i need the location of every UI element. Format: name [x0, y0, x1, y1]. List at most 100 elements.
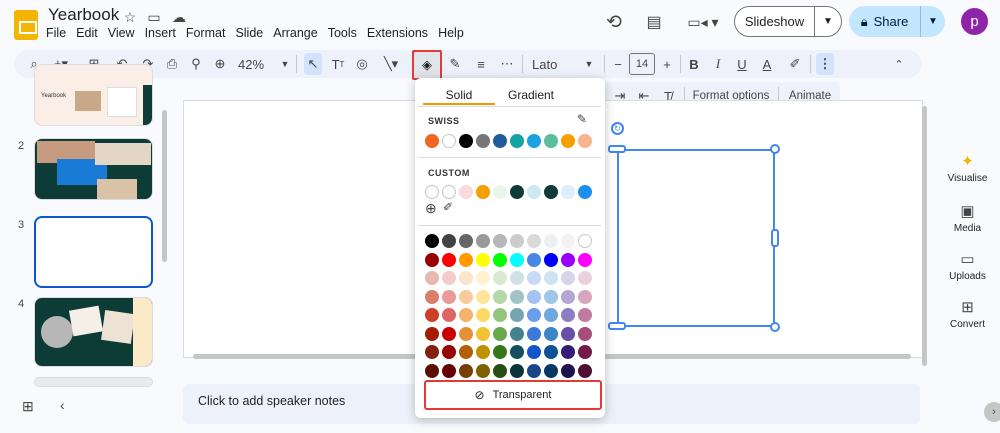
- font-family[interactable]: Lato: [532, 53, 572, 75]
- theme-color-swatch[interactable]: [493, 134, 507, 148]
- color-swatch[interactable]: [561, 363, 575, 378]
- color-swatch[interactable]: [459, 289, 473, 304]
- menu-file[interactable]: File: [46, 26, 66, 40]
- color-swatch[interactable]: [493, 308, 507, 322]
- color-swatch[interactable]: [561, 326, 575, 341]
- slideshow-button[interactable]: Slideshow ▼: [734, 6, 842, 37]
- color-swatch[interactable]: [510, 345, 524, 359]
- color-swatch[interactable]: [476, 345, 490, 359]
- move-folder-icon[interactable]: ▭: [145, 8, 163, 26]
- color-swatch[interactable]: [510, 326, 524, 341]
- meet-video-icon[interactable]: ▭◂ ▾: [684, 10, 722, 34]
- zoom-level[interactable]: 42%: [236, 53, 266, 75]
- collapse-filmstrip-icon[interactable]: ‹: [60, 397, 65, 413]
- resize-handle[interactable]: [771, 229, 779, 247]
- color-swatch[interactable]: [527, 326, 541, 341]
- resize-handle[interactable]: [608, 145, 626, 153]
- color-swatch[interactable]: [527, 271, 541, 285]
- color-swatch[interactable]: [578, 363, 592, 378]
- color-swatch[interactable]: [442, 234, 456, 248]
- color-swatch[interactable]: [459, 234, 473, 248]
- color-swatch[interactable]: [459, 326, 473, 341]
- add-custom-color-icon[interactable]: ⊕: [425, 200, 437, 217]
- color-swatch[interactable]: [561, 271, 575, 285]
- color-swatch[interactable]: [442, 345, 456, 359]
- color-swatch[interactable]: [442, 271, 456, 285]
- color-swatch[interactable]: [442, 363, 456, 378]
- custom-color-swatch[interactable]: [510, 185, 524, 199]
- speaker-notes-placeholder[interactable]: Click to add speaker notes: [198, 394, 345, 408]
- color-swatch[interactable]: [561, 252, 575, 267]
- theme-color-swatch[interactable]: [527, 134, 541, 148]
- color-swatch[interactable]: [425, 363, 439, 378]
- comments-icon[interactable]: ▤: [642, 10, 666, 34]
- collapse-toolbar-icon[interactable]: ⌃: [890, 53, 908, 75]
- color-swatch[interactable]: [442, 289, 456, 304]
- color-swatch[interactable]: [493, 252, 507, 267]
- border-weight-icon[interactable]: ≡: [472, 53, 490, 75]
- font-dropdown-icon[interactable]: ▼: [584, 53, 594, 75]
- color-swatch[interactable]: [442, 252, 456, 267]
- color-swatch[interactable]: [425, 345, 439, 359]
- document-title[interactable]: Yearbook: [48, 5, 119, 25]
- color-swatch[interactable]: [442, 326, 456, 341]
- color-swatch[interactable]: [544, 252, 558, 267]
- color-swatch[interactable]: [544, 271, 558, 285]
- color-swatch[interactable]: [510, 289, 524, 304]
- theme-color-swatch[interactable]: [544, 134, 558, 148]
- color-swatch[interactable]: [493, 271, 507, 285]
- grid-view-icon[interactable]: ⊞: [22, 398, 34, 415]
- color-swatch[interactable]: [544, 345, 558, 359]
- slide-thumbnail-3[interactable]: [34, 216, 153, 288]
- color-swatch[interactable]: [510, 252, 524, 267]
- color-swatch[interactable]: [527, 345, 541, 359]
- sidebar-item-media[interactable]: ▣ Media: [940, 202, 995, 234]
- underline-icon[interactable]: U: [734, 53, 750, 75]
- color-swatch[interactable]: [459, 308, 473, 322]
- color-swatch[interactable]: [493, 234, 507, 248]
- color-swatch[interactable]: [510, 308, 524, 322]
- star-icon[interactable]: ☆: [121, 8, 139, 26]
- custom-color-swatch[interactable]: [561, 185, 575, 199]
- color-swatch[interactable]: [459, 363, 473, 378]
- slide-thumbnail-5[interactable]: [34, 377, 153, 387]
- tab-gradient[interactable]: Gradient: [498, 88, 564, 106]
- custom-color-swatch[interactable]: [544, 185, 558, 199]
- slide-thumbnail-1[interactable]: Yearbook: [34, 64, 153, 126]
- color-swatch[interactable]: [442, 308, 456, 322]
- transparent-button[interactable]: ⊘ Transparent: [424, 380, 602, 410]
- color-swatch[interactable]: [459, 252, 473, 267]
- sidebar-item-visualise[interactable]: ✦ Visualise: [940, 152, 995, 184]
- color-swatch[interactable]: [544, 234, 558, 248]
- color-swatch[interactable]: [425, 234, 439, 248]
- decrease-font-icon[interactable]: −: [610, 53, 626, 75]
- resize-handle[interactable]: [770, 144, 780, 154]
- color-swatch[interactable]: [510, 363, 524, 378]
- color-swatch[interactable]: [425, 271, 439, 285]
- avatar[interactable]: p: [961, 8, 988, 35]
- slideshow-label[interactable]: Slideshow: [735, 6, 815, 37]
- color-swatch[interactable]: [493, 345, 507, 359]
- vertical-scrollbar[interactable]: [922, 106, 927, 366]
- explore-icon[interactable]: ›: [984, 402, 1000, 422]
- color-swatch[interactable]: [561, 345, 575, 359]
- sidebar-item-convert[interactable]: ⊞ Convert: [940, 298, 995, 330]
- theme-color-swatch[interactable]: [442, 134, 456, 148]
- menu-arrange[interactable]: Arrange: [273, 26, 317, 40]
- theme-color-swatch[interactable]: [561, 134, 575, 148]
- color-swatch[interactable]: [561, 234, 575, 248]
- color-swatch[interactable]: [527, 308, 541, 322]
- sidebar-item-uploads[interactable]: ▭ Uploads: [940, 250, 995, 282]
- menu-slide[interactable]: Slide: [235, 26, 263, 40]
- zoom-icon[interactable]: ⊕: [210, 53, 230, 75]
- color-swatch[interactable]: [527, 234, 541, 248]
- version-history-icon[interactable]: ⟲: [602, 10, 626, 34]
- color-swatch[interactable]: [476, 289, 490, 304]
- menu-view[interactable]: View: [108, 26, 135, 40]
- theme-color-swatch[interactable]: [459, 134, 473, 148]
- resize-handle[interactable]: [608, 322, 626, 330]
- color-swatch[interactable]: [510, 234, 524, 248]
- color-swatch[interactable]: [510, 271, 524, 285]
- menu-insert[interactable]: Insert: [145, 26, 176, 40]
- theme-color-swatch[interactable]: [476, 134, 490, 148]
